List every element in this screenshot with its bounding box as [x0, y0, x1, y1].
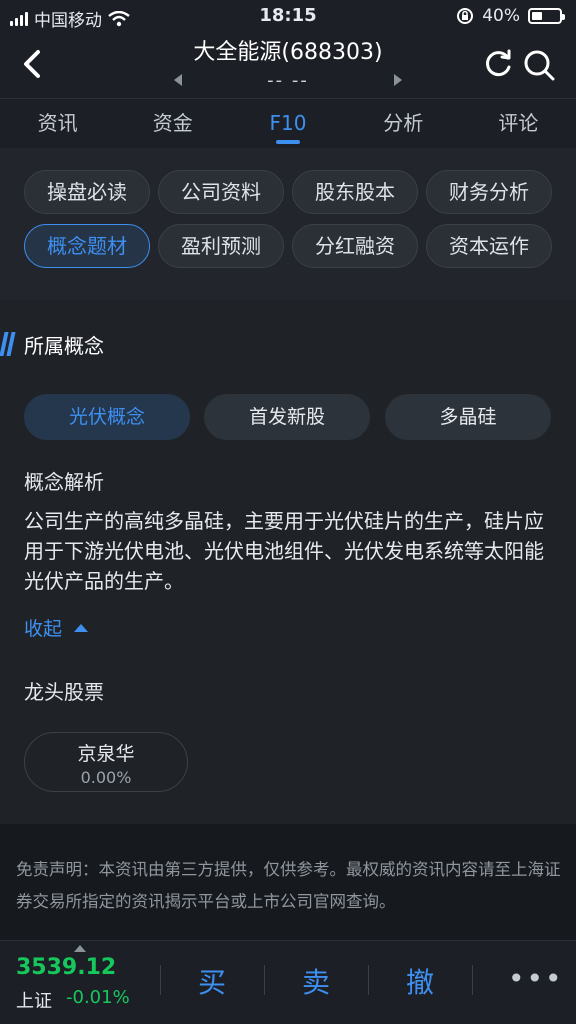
status-right: 40% — [456, 6, 565, 26]
concept-pill-polysilicon[interactable]: 多晶硅 — [385, 394, 551, 440]
chip-shareholders[interactable]: 股东股本 — [292, 170, 418, 214]
chevron-up-icon — [74, 623, 89, 632]
rotation-lock-icon — [457, 8, 474, 24]
bottom-trade-bar: 3539.12 上证 -0.01% 买 卖 撤 ••• — [0, 940, 576, 1024]
chip-earnings-forecast[interactable]: 盈利预测 — [158, 224, 284, 268]
more-icon[interactable]: ••• — [508, 965, 564, 993]
leader-stock-card[interactable]: 京泉华 0.00% — [24, 732, 188, 792]
disclaimer-section: 免责声明：本资讯由第三方提供，仅供参考。最权威的资讯内容请至上海证券交易所指定的… — [0, 824, 576, 940]
leader-stocks-label: 龙头股票 — [24, 680, 104, 704]
section-marker-icon — [0, 332, 16, 356]
analysis-text: 公司生产的高纯多晶硅，主要用于光伏硅片的生产，硅片应用于下游光伏电池、光伏电池组… — [24, 509, 544, 593]
chip-concepts[interactable]: 概念题材 — [24, 224, 150, 268]
section-header: 所属概念 — [0, 330, 104, 358]
tab-analysis[interactable]: 分析 — [346, 99, 461, 148]
chip-company-profile[interactable]: 公司资料 — [158, 170, 284, 214]
battery-percent: 40% — [482, 6, 520, 26]
refresh-icon[interactable] — [482, 48, 514, 80]
tab-news[interactable]: 资讯 — [0, 99, 115, 148]
leader-stock-name: 京泉华 — [77, 743, 135, 765]
divider — [160, 965, 161, 995]
buy-button[interactable]: 买 — [182, 961, 242, 1001]
chip-financial-analysis[interactable]: 财务分析 — [426, 170, 552, 214]
concept-section: 所属概念 光伏概念 首发新股 多晶硅 概念解析 公司生产的高纯多晶硅，主要用于光… — [0, 300, 576, 824]
index-name: 上证 — [16, 991, 52, 1012]
cancel-order-button[interactable]: 撤 — [390, 961, 450, 1001]
index-change: -0.01% — [66, 987, 130, 1008]
leader-stock-change: 0.00% — [80, 768, 132, 787]
concept-pill-photovoltaic[interactable]: 光伏概念 — [24, 394, 190, 440]
sell-button[interactable]: 卖 — [286, 961, 346, 1001]
top-tabs: 资讯 资金 F10 分析 评论 — [0, 98, 576, 148]
expand-index-icon[interactable] — [74, 945, 86, 952]
index-value[interactable]: 3539.12 — [16, 955, 116, 980]
f10-category-grid: 操盘必读 公司资料 股东股本 财务分析 概念题材 盈利预测 分红融资 资本运作 — [0, 148, 576, 300]
tab-funds[interactable]: 资金 — [115, 99, 230, 148]
tab-f10[interactable]: F10 — [230, 99, 345, 148]
search-icon[interactable] — [522, 48, 556, 82]
concept-pill-ipo[interactable]: 首发新股 — [204, 394, 370, 440]
divider — [368, 965, 369, 995]
chip-trading-guide[interactable]: 操盘必读 — [24, 170, 150, 214]
disclaimer-text: 免责声明：本资讯由第三方提供，仅供参考。最权威的资讯内容请至上海证券交易所指定的… — [16, 860, 561, 911]
divider — [264, 965, 265, 995]
analysis-label: 概念解析 — [24, 470, 104, 494]
collapse-button[interactable]: 收起 — [24, 614, 89, 641]
section-title: 所属概念 — [24, 333, 104, 358]
next-stock-arrow-icon[interactable] — [394, 74, 402, 86]
battery-icon — [528, 8, 565, 24]
divider — [472, 965, 473, 995]
collapse-label: 收起 — [24, 618, 63, 640]
chip-dividends-financing[interactable]: 分红融资 — [292, 224, 418, 268]
tab-comments[interactable]: 评论 — [461, 99, 576, 148]
chip-capital-operations[interactable]: 资本运作 — [426, 224, 552, 268]
status-bar: 中国移动 18:15 40% — [0, 0, 576, 32]
header: 大全能源(688303) -- -- — [0, 32, 576, 98]
